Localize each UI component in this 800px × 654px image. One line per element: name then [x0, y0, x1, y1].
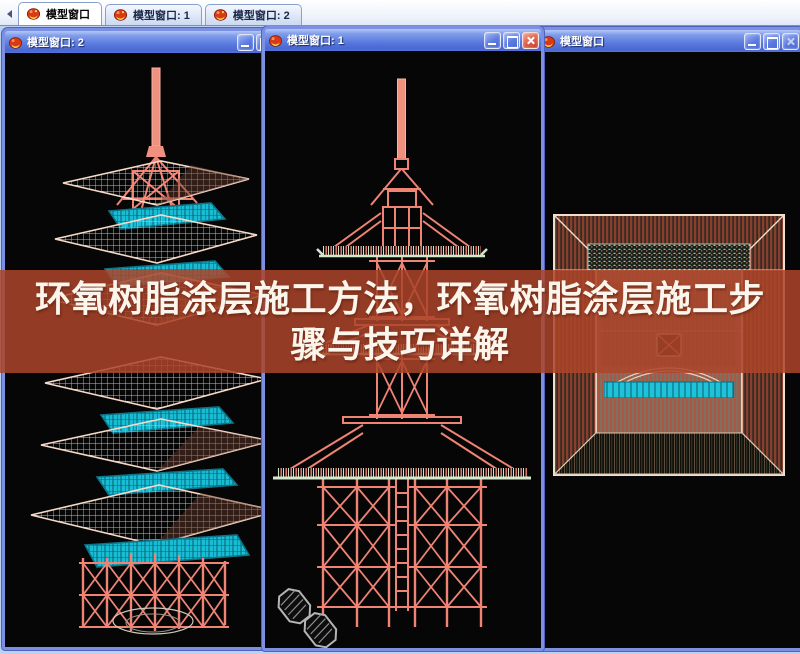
left-arrow-icon: [6, 10, 12, 18]
model-window-icon: [268, 34, 283, 47]
tab-label: 模型窗口: 1: [133, 9, 190, 22]
maximize-button[interactable]: [763, 32, 780, 50]
tab-model-window-2[interactable]: 模型窗口: 2: [204, 4, 302, 25]
model-window-icon: [8, 36, 23, 49]
minimize-button[interactable]: [744, 32, 761, 50]
window-titlebar[interactable]: 模型窗口: 1: [265, 29, 541, 51]
footprints-icon: [277, 588, 338, 648]
tab-scroll-left-button[interactable]: [2, 5, 16, 23]
tab-model-window[interactable]: 模型窗口: [18, 2, 102, 25]
model-window-plain: 模型窗口: [535, 27, 800, 651]
model-window-1: 模型窗口: 1: [262, 26, 544, 651]
pagoda-plan-wireframe: [553, 214, 785, 476]
viewport-canvas-elevation[interactable]: [265, 51, 541, 648]
viewport-canvas-perspective[interactable]: [5, 53, 275, 647]
window-title: 模型窗口: 1: [287, 35, 344, 47]
window-title: 模型窗口: 2: [27, 37, 84, 49]
viewport-canvas-plan[interactable]: [538, 52, 800, 648]
pagoda-elevation-wireframe: [273, 78, 531, 648]
window-titlebar[interactable]: 模型窗口: [538, 30, 800, 52]
close-button-disabled[interactable]: [782, 32, 799, 50]
maximize-button[interactable]: [503, 31, 520, 49]
tab-model-window-1[interactable]: 模型窗口: 1: [105, 4, 202, 25]
tab-label: 模型窗口: 2: [232, 9, 290, 22]
window-title: 模型窗口: [560, 36, 604, 48]
model-window-icon: [113, 9, 128, 21]
tab-bar: 模型窗口 模型窗口: 1 模型窗口: 2: [0, 0, 800, 26]
close-button[interactable]: [522, 31, 539, 49]
model-window-icon: [213, 9, 227, 21]
model-window-2: 模型窗口: 2: [2, 28, 278, 650]
tab-label: 模型窗口: [46, 8, 90, 21]
pagoda-perspective-wireframe: [30, 67, 275, 635]
model-window-icon: [26, 8, 41, 20]
minimize-button[interactable]: [237, 33, 254, 51]
window-titlebar[interactable]: 模型窗口: 2: [5, 31, 275, 53]
minimize-button[interactable]: [484, 31, 501, 49]
